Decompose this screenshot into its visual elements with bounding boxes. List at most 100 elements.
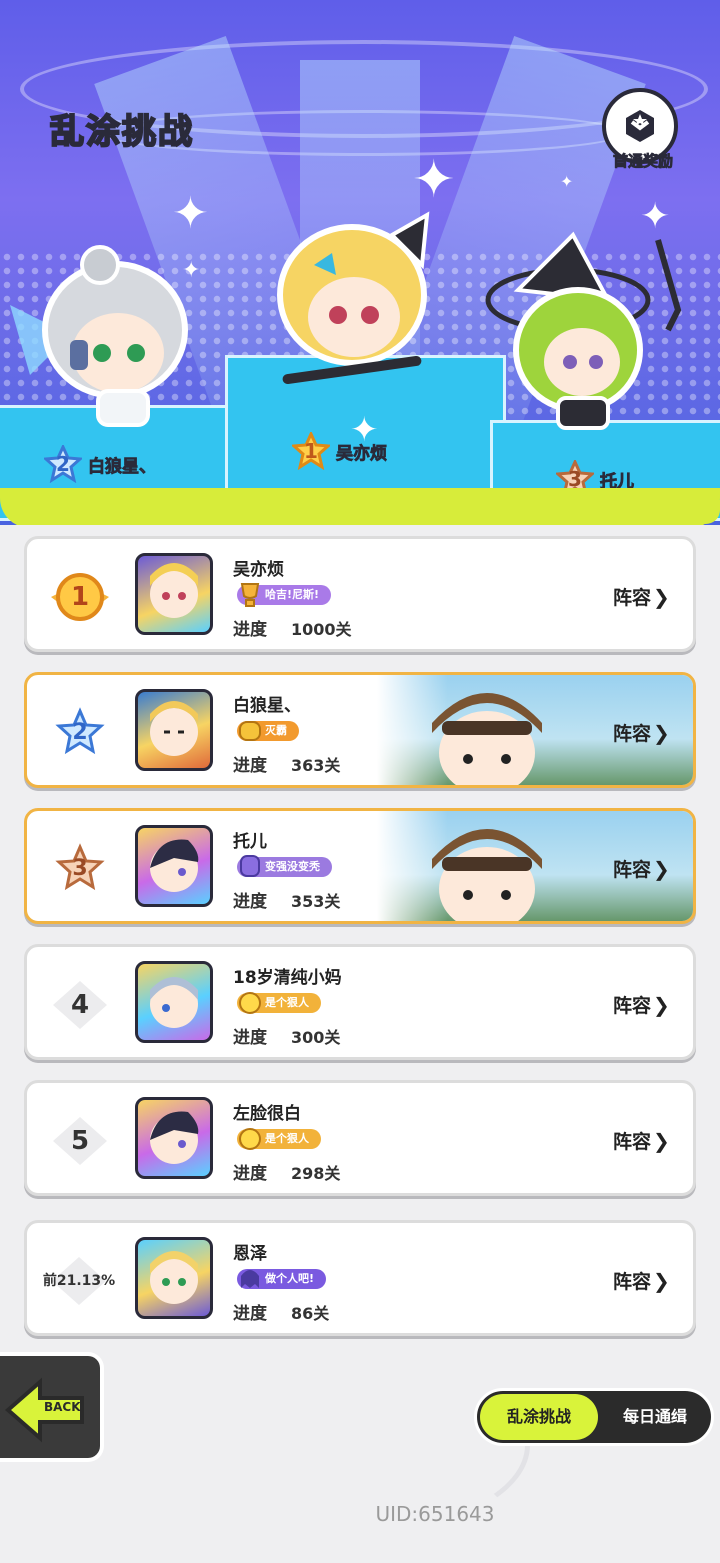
- rank-medal: 5: [45, 1115, 115, 1167]
- slime-drip: [500, 500, 530, 525]
- avatar: [135, 553, 213, 635]
- rank-number: 1: [70, 582, 90, 612]
- podium-name: 白狼星、: [88, 456, 157, 477]
- lineup-button[interactable]: 阵容 ❯: [613, 1267, 670, 1294]
- name-card-art: [432, 693, 542, 785]
- player-name: 恩泽: [233, 1244, 267, 1264]
- podium-name: 吴亦烦: [336, 443, 388, 464]
- back-button[interactable]: BACK: [0, 1352, 104, 1462]
- page-title: 乱涂挑战: [49, 111, 194, 153]
- rank-medal: 1: [45, 571, 115, 623]
- title-badge: 是个狠人: [237, 992, 321, 1014]
- player-name: 白狼星、: [233, 696, 301, 716]
- my-rank-row[interactable]: 前21.13% 恩泽 做个人吧! 进度 86关 阵容 ❯: [24, 1220, 696, 1336]
- rank1-character-art: [277, 211, 430, 385]
- rank-number: 3: [72, 856, 88, 881]
- user-id: UID:651643: [375, 1502, 495, 1526]
- rank-medal: 前21.13%: [31, 1255, 127, 1307]
- progress-label: 进度: [233, 1164, 267, 1184]
- podium-tag-rank1: 1 吴亦烦: [290, 430, 388, 471]
- avatar: [135, 1097, 213, 1179]
- badge-text: 变强没变秃: [265, 860, 320, 873]
- lineup-label: 阵容: [613, 1271, 652, 1293]
- progress-label: 进度: [233, 1028, 267, 1048]
- progress-label: 进度: [233, 756, 267, 776]
- lineup-label: 阵容: [613, 1131, 652, 1153]
- glove-icon: [239, 721, 261, 741]
- rank3-character-art: [485, 231, 682, 430]
- title-badge: 灭霸: [237, 721, 299, 741]
- trophy-icon: [240, 583, 260, 607]
- lineup-button[interactable]: 阵容 ❯: [613, 719, 670, 746]
- progress-label: 进度: [233, 892, 267, 912]
- lineup-button[interactable]: 阵容 ❯: [613, 583, 670, 610]
- chevron-right-icon: ❯: [653, 1268, 670, 1293]
- avatar: [135, 961, 213, 1043]
- lineup-button[interactable]: 阵容 ❯: [613, 1127, 670, 1154]
- title-badge: 哈吉!尼斯!: [237, 583, 332, 607]
- chick-icon: [239, 992, 261, 1014]
- leaderboard-row[interactable]: 2 白狼星、 灭霸 进度 363关 阵容 ❯: [24, 672, 696, 788]
- lineup-label: 阵容: [613, 587, 652, 609]
- name-card-art: [432, 829, 542, 921]
- progress-value: 353关: [291, 892, 341, 911]
- rank-percentile: 前21.13%: [42, 1273, 116, 1289]
- slime-divider: [0, 488, 720, 525]
- rank-number: 5: [70, 1126, 90, 1156]
- tab-graffiti-challenge[interactable]: 乱涂挑战: [480, 1394, 598, 1440]
- progress-value: 300关: [291, 1028, 341, 1047]
- rank-medal: 2: [45, 707, 115, 759]
- sparkle-icon: ✦: [560, 172, 574, 191]
- chevron-right-icon: ❯: [653, 720, 670, 745]
- title-badge: 变强没变秃: [237, 855, 332, 877]
- rank-medal: 3: [45, 843, 115, 895]
- badge-text: 做个人吧!: [265, 1272, 315, 1285]
- leaderboard-row[interactable]: 4 18岁清纯小妈 是个狠人 进度 300关 阵容 ❯: [24, 944, 696, 1060]
- chevron-right-icon: ❯: [653, 1128, 670, 1153]
- player-name: 托儿: [233, 832, 267, 852]
- avatar: [135, 1237, 213, 1319]
- title-badge: 是个狠人: [237, 1128, 321, 1150]
- title-badge: 做个人吧!: [237, 1269, 327, 1289]
- rank-number: 2: [72, 720, 88, 745]
- fist-icon: [240, 855, 260, 877]
- progress-value: 1000关: [291, 620, 352, 639]
- badge-text: 哈吉!尼斯!: [265, 588, 320, 601]
- progress-value: 363关: [291, 756, 341, 775]
- podium-tag-rank2: 2 白狼星、: [42, 443, 157, 484]
- player-name: 18岁清纯小妈: [233, 968, 342, 988]
- chevron-right-icon: ❯: [653, 584, 670, 609]
- slime-drip: [150, 500, 190, 525]
- player-name: 吴亦烦: [233, 560, 284, 580]
- chevron-right-icon: ❯: [653, 992, 670, 1017]
- reward-label: 首通奖励: [612, 152, 674, 171]
- lineup-button[interactable]: 阵容 ❯: [613, 855, 670, 882]
- avatar: [135, 825, 213, 907]
- rank2-star-icon: 2: [42, 443, 84, 484]
- badge-text: 灭霸: [265, 724, 287, 737]
- first-clear-reward-button[interactable]: 首通奖励: [598, 88, 688, 180]
- rank2-character-art: [10, 245, 188, 427]
- lineup-label: 阵容: [613, 995, 652, 1017]
- leaderboard-row[interactable]: 3 托儿 变强没变秃 进度 353关 阵容 ❯: [24, 808, 696, 924]
- podium-header: 乱涂挑战 首通奖励 ✦ ✦ ✦ ✦ ✦ ✦ 2 白狼星、 1 吴亦烦 3 托儿: [0, 0, 720, 525]
- badge-text: 是个狠人: [265, 996, 309, 1009]
- progress-value: 298关: [291, 1164, 341, 1183]
- rank-number: 2: [56, 452, 70, 476]
- tab-daily-wanted[interactable]: 每日通缉: [601, 1394, 709, 1440]
- rank1-star-icon: 1: [290, 430, 332, 471]
- progress-label: 进度: [233, 620, 267, 640]
- lineup-label: 阵容: [613, 723, 652, 745]
- player-name: 左脸很白: [233, 1104, 301, 1124]
- back-label: BACK: [44, 1400, 81, 1414]
- progress-value: 86关: [291, 1304, 330, 1323]
- leaderboard-row[interactable]: 1 吴亦烦 哈吉!尼斯! 进度 1000关 阵容 ❯: [24, 536, 696, 652]
- chick-icon: [239, 1128, 261, 1150]
- rank-number: 1: [304, 439, 318, 463]
- badge-text: 是个狠人: [265, 1132, 309, 1145]
- leaderboard-row[interactable]: 5 左脸很白 是个狠人 进度 298关 阵容 ❯: [24, 1080, 696, 1196]
- ghost-icon: [241, 1270, 259, 1288]
- lineup-button[interactable]: 阵容 ❯: [613, 991, 670, 1018]
- chevron-right-icon: ❯: [653, 856, 670, 881]
- avatar: [135, 689, 213, 771]
